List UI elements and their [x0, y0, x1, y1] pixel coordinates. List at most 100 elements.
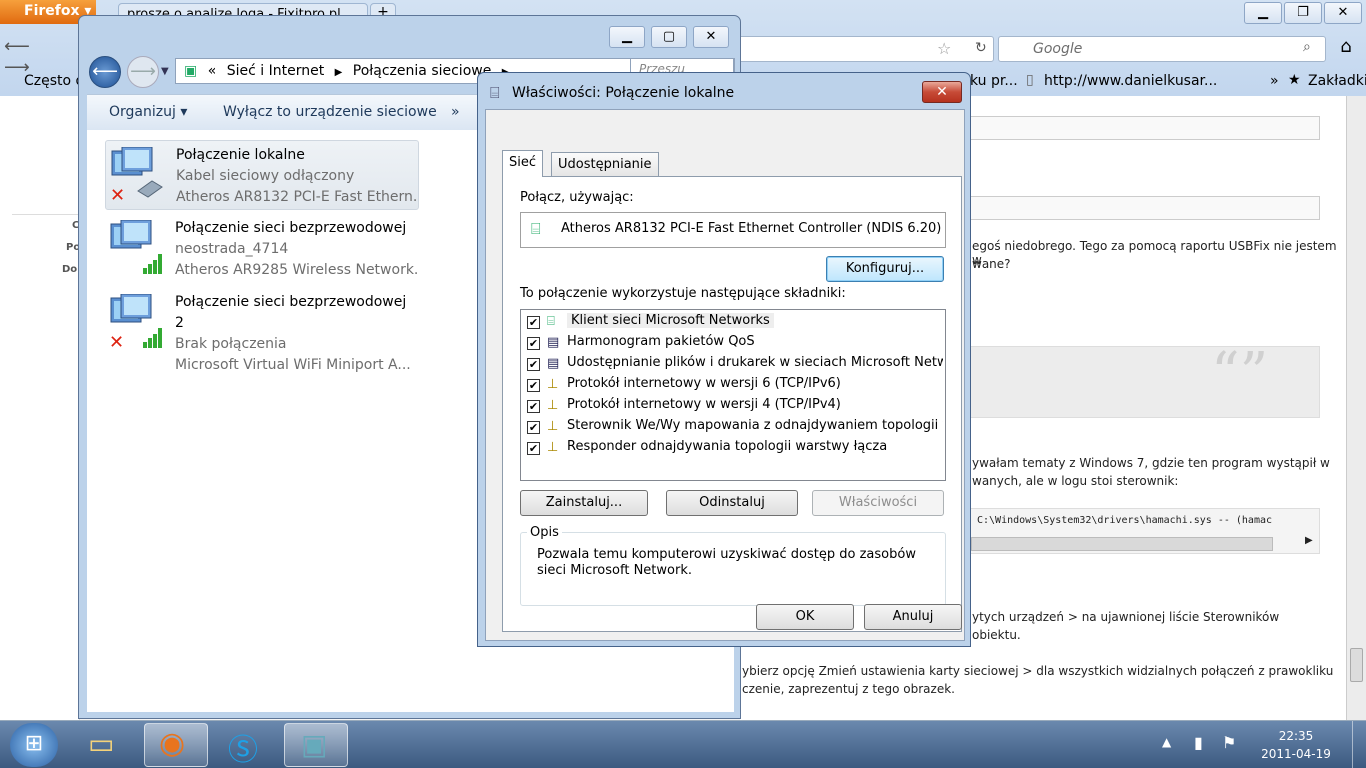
firefox-taskbar-button[interactable]: ◉ [144, 723, 208, 767]
component-item[interactable]: ✔ ⌸ Klient sieci Microsoft Networks [527, 312, 943, 333]
search-field[interactable]: Google ⌕ [998, 36, 1326, 62]
checkbox[interactable]: ✔ [527, 337, 540, 350]
properties-button[interactable]: Właściwości [812, 490, 944, 516]
tab-sharing[interactable]: Udostępnianie [551, 152, 659, 176]
battery-icon[interactable]: ▮ [1194, 733, 1203, 752]
checkbox[interactable]: ✔ [527, 400, 540, 413]
svg-text:✕: ✕ [110, 185, 125, 205]
service-icon: ▤ [547, 335, 560, 350]
breadcrumb-network-connections[interactable]: Połączenia sieciowe [353, 63, 492, 79]
component-item[interactable]: ✔ ▤ Udostępnianie plików i drukarek w siec… [527, 354, 943, 375]
post-text: wane? [972, 257, 1011, 271]
forum-field[interactable] [970, 196, 1320, 220]
home-icon[interactable]: ⌂ [1332, 36, 1360, 62]
start-button[interactable]: ⊞ [10, 723, 58, 767]
connection-item[interactable]: Połączenie sieci bezprzewodowej neostrad… [105, 214, 419, 284]
checkbox[interactable]: ✔ [527, 316, 540, 329]
checkbox[interactable]: ✔ [527, 379, 540, 392]
scroll-thumb[interactable] [1350, 648, 1363, 682]
component-label: Klient sieci Microsoft Networks [567, 313, 774, 328]
post-text: obiektu. [972, 628, 1021, 642]
bookmark-item-url[interactable]: http://www.danielkusar... [1044, 73, 1217, 89]
tab-network[interactable]: Sieć [502, 150, 544, 177]
protocol-icon: ⊥ [547, 377, 559, 392]
component-label: Udostępnianie plików i drukarek w siecia… [567, 355, 943, 370]
component-item[interactable]: ✔ ▤ Harmonogram pakietów QoS [527, 333, 943, 354]
checkbox[interactable]: ✔ [527, 358, 540, 371]
recent-pages-chevron-icon[interactable]: ▼ [161, 66, 169, 77]
uninstall-label: Odinstaluj [699, 495, 765, 510]
component-item[interactable]: ✔ ⊥ Protokół internetowy w wersji 6 (TCP/I… [527, 375, 943, 396]
disable-device-button[interactable]: Wyłącz to urządzenie sieciowe [223, 104, 437, 120]
code-scrollbar[interactable] [971, 537, 1273, 551]
post-text: wanych, ale w logu stoi sterownik: [972, 474, 1179, 488]
quote-icon: “” [1211, 341, 1269, 406]
forum-field[interactable] [970, 116, 1320, 140]
bookmark-often[interactable]: Często o [24, 73, 84, 89]
network-folder-icon: ▣ [184, 63, 198, 79]
close-button[interactable]: ✕ [1324, 2, 1362, 24]
scroll-right-icon[interactable]: ▶ [1305, 535, 1313, 546]
action-center-flag-icon[interactable]: ⚑ [1222, 733, 1236, 752]
explorer-minimize-button[interactable]: ▁ [609, 26, 645, 48]
taskbar: ⊞ ▭ ◉ Ⓢ ▣ ▲ ▮ ⚑ 22:35 2011-04-19 [0, 720, 1366, 768]
show-desktop-button[interactable] [1352, 721, 1366, 768]
search-icon[interactable]: ⌕ [1303, 39, 1311, 55]
skype-taskbar-button[interactable]: Ⓢ [214, 723, 278, 768]
organize-menu[interactable]: Organizuj ▾ [109, 104, 187, 120]
breadcrumb-arrow-icon[interactable]: ▶ [335, 67, 343, 78]
explorer-taskbar-button[interactable]: ▭ [74, 723, 138, 767]
client-icon: ⌸ [547, 314, 555, 329]
component-item[interactable]: ✔ ⊥ Protokół internetowy w wersji 4 (TCP/I… [527, 396, 943, 417]
connection-device: Atheros AR8132 PCI-E Fast Ethern... [176, 189, 418, 205]
adapter-name: Atheros AR8132 PCI-E Fast Ethernet Contr… [561, 221, 942, 236]
bookmarks-more[interactable]: » [1270, 73, 1279, 89]
checkbox[interactable]: ✔ [527, 442, 540, 455]
back-arrow-icon[interactable]: ⟵ [89, 56, 121, 88]
install-button[interactable]: Zainstaluj... [520, 490, 648, 516]
ok-button[interactable]: OK [756, 604, 854, 630]
code-box: C:\Windows\System32\drivers\hamachi.sys … [970, 508, 1320, 554]
checkbox[interactable]: ✔ [527, 421, 540, 434]
page-left-column: C Po Do [0, 96, 80, 720]
dialog-close-button[interactable]: ✕ [922, 81, 962, 103]
component-item[interactable]: ✔ ⊥ Sterownik We/Wy mapowania z odnajdywan… [527, 417, 943, 438]
uninstall-button[interactable]: Odinstaluj [666, 490, 798, 516]
connection-item[interactable]: ✕ Połączenie sieci bezprzewodowej 2 Brak… [105, 288, 419, 373]
minimize-button[interactable]: ▁ [1244, 2, 1282, 24]
wireless-network-icon [110, 220, 162, 274]
cancel-button[interactable]: Anuluj [864, 604, 962, 630]
explorer-maximize-button[interactable]: ▢ [651, 26, 687, 48]
folder-icon: ▭ [88, 727, 115, 760]
forward-arrow-icon[interactable]: ⟶ [127, 56, 159, 88]
dialog-client-area: Sieć Udostępnianie Połącz, używając: ⌸ A… [485, 109, 965, 641]
configure-button[interactable]: Konfiguruj... [826, 256, 944, 282]
restore-button[interactable]: ❐ [1284, 2, 1322, 24]
network-taskbar-button[interactable]: ▣ [284, 723, 348, 767]
tab-label: Sieć [509, 155, 537, 170]
explorer-close-button[interactable]: ✕ [693, 26, 729, 48]
page-scrollbar[interactable] [1346, 96, 1366, 720]
show-hidden-icons[interactable]: ▲ [1162, 735, 1171, 749]
firefox-menu-label: Firefox [24, 3, 80, 19]
toolbar-more-button[interactable]: » [451, 104, 460, 120]
bookmark-item[interactable]: ku pr... [970, 73, 1018, 89]
connection-name: Połączenie sieci bezprzewodowej 2 [175, 294, 407, 331]
url-bar[interactable]: ☆ ↻ [740, 36, 994, 62]
connection-status: Kabel sieciowy odłączony [176, 168, 355, 184]
clock[interactable]: 22:35 2011-04-19 [1256, 727, 1336, 763]
description-group: Opis Pozwala temu komputerowi uzyskiwać … [520, 525, 946, 606]
back-forward-buttons[interactable]: ⟵ ⟶ [4, 36, 58, 78]
reload-icon[interactable]: ↻ [975, 40, 987, 56]
close-icon: ✕ [936, 84, 948, 100]
bookmarks-menu[interactable]: Zakładki [1308, 73, 1366, 89]
breadcrumb-overflow[interactable]: « [208, 63, 217, 79]
breadcrumb-network-internet[interactable]: Sieć i Internet [227, 63, 324, 79]
component-item[interactable]: ✔ ⊥ Responder odnajdywania topologii warst… [527, 438, 943, 459]
connection-name: Połączenie sieci bezprzewodowej [175, 220, 407, 236]
protocol-icon: ⊥ [547, 398, 559, 413]
connection-item[interactable]: ✕ Połączenie lokalne Kabel sieciowy odłą… [105, 140, 419, 210]
star-icon[interactable]: ☆ [937, 39, 951, 58]
post-text: ytych urządzeń > na ujawnionej liście St… [972, 610, 1280, 624]
component-label: Harmonogram pakietów QoS [567, 334, 755, 349]
